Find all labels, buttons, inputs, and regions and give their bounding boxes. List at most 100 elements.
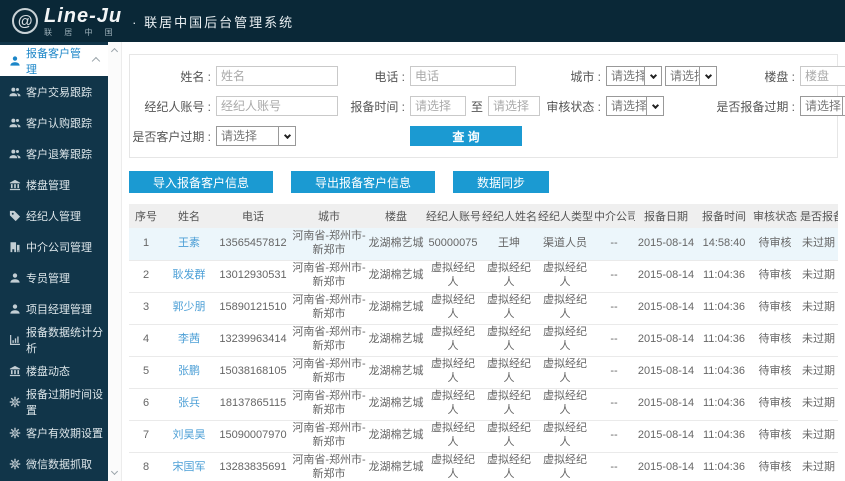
- cell-status: 待审核: [751, 324, 799, 357]
- customer-name-link[interactable]: 郭少朋: [173, 301, 206, 313]
- cell-phone: 13565457812: [215, 228, 291, 261]
- cell-date: 2015-08-14: [635, 420, 697, 453]
- scroll-down-icon[interactable]: [110, 467, 119, 476]
- agent-account-input[interactable]: [216, 96, 338, 116]
- customer-name-link[interactable]: 宋国军: [173, 461, 206, 473]
- cell-name: 张兵: [163, 388, 215, 421]
- cell-time: 11:04:36: [697, 356, 751, 389]
- chart-icon: [9, 334, 21, 346]
- sidebar-item-customer-subscribe-track[interactable]: 客户认购跟踪: [0, 107, 108, 138]
- column-header-estate: 楼盘: [367, 204, 425, 228]
- customer-name-link[interactable]: 王素: [178, 237, 200, 249]
- bank-icon: [9, 365, 21, 377]
- cell-expired: 未过期: [799, 452, 838, 481]
- customer-expired-select[interactable]: 请选择: [216, 126, 296, 146]
- cell-company: --: [593, 292, 635, 325]
- to-label: 至: [471, 99, 484, 114]
- phone-label: 电话 :: [374, 69, 405, 84]
- cell-time: 11:04:36: [697, 260, 751, 293]
- estate-input[interactable]: [800, 66, 845, 86]
- cell-agent_type: 虚拟经纪人: [537, 292, 593, 325]
- sidebar-item-customer-validity-setting[interactable]: 客户有效期设置: [0, 417, 108, 448]
- column-header-phone: 电话: [215, 204, 291, 228]
- sidebar-item-specialist-mgmt[interactable]: 专员管理: [0, 262, 108, 293]
- sidebar-item-customer-trade-track[interactable]: 客户交易跟踪: [0, 76, 108, 107]
- cell-agent_name: 王坤: [481, 228, 537, 261]
- report-expired-select[interactable]: 请选择: [800, 96, 845, 116]
- customer-name-link[interactable]: 张兵: [178, 397, 200, 409]
- cell-status: 待审核: [751, 260, 799, 293]
- cell-company: --: [593, 452, 635, 481]
- cell-seq: 3: [129, 292, 163, 325]
- column-header-time: 报备时间: [697, 204, 751, 228]
- cell-status: 待审核: [751, 420, 799, 453]
- customer-name-link[interactable]: 张鹏: [178, 365, 200, 377]
- sidebar-item-agency-mgmt[interactable]: 中介公司管理: [0, 231, 108, 262]
- scroll-up-icon[interactable]: [110, 47, 119, 56]
- sidebar-item-report-stats-analysis[interactable]: 报备数据统计分析: [0, 324, 108, 355]
- customer-name-link[interactable]: 刘昊昊: [173, 429, 206, 441]
- import-report-customers-button[interactable]: 导入报备客户信息: [129, 171, 274, 193]
- sidebar-item-label: 客户有效期设置: [26, 427, 103, 440]
- cell-estate: 龙湖棉艺城: [367, 388, 425, 421]
- column-header-agent_type: 经纪人类型: [537, 204, 593, 228]
- data-sync-button[interactable]: 数据同步: [453, 171, 550, 193]
- cell-date: 2015-08-14: [635, 324, 697, 357]
- cell-expired: 未过期: [799, 228, 838, 261]
- brand-logo: @ Line-Ju 联 居 中 国: [12, 6, 122, 37]
- city-city-select[interactable]: 请选择: [665, 66, 717, 86]
- cell-estate: 龙湖棉艺城: [367, 228, 425, 261]
- customer-name-link[interactable]: 耿发群: [173, 269, 206, 281]
- app-header: @ Line-Ju 联 居 中 国 · 联居中国后台管理系统: [0, 0, 845, 42]
- cell-expired: 未过期: [799, 260, 838, 293]
- cell-city: 河南省-郑州市-新郑市: [291, 228, 367, 261]
- table-row: 5 张鹏 15038168105 河南省-郑州市-新郑市 龙湖棉艺城 虚拟经纪人 虚拟经纪人…: [129, 356, 838, 389]
- cell-expired: 未过期: [799, 292, 838, 325]
- cell-company: --: [593, 228, 635, 261]
- table-row: 1 王素 13565457812 河南省-郑州市-新郑市 龙湖棉艺城 50000075 王坤…: [129, 228, 838, 261]
- report-expired-label: 是否报备过期 :: [716, 99, 795, 114]
- select-value: 请选择: [221, 129, 258, 143]
- phone-input[interactable]: [410, 66, 516, 86]
- customer-name-link[interactable]: 李茜: [178, 333, 200, 345]
- sidebar-item-estate-mgmt[interactable]: 楼盘管理: [0, 169, 108, 200]
- cell-phone: 13283835691: [215, 452, 291, 481]
- sidebar-item-label: 中介公司管理: [26, 241, 92, 254]
- sidebar-item-report-expire-time-setting[interactable]: 报备过期时间设置: [0, 386, 108, 417]
- cell-account: 虚拟经纪人: [425, 388, 481, 421]
- sidebar-item-label: 报备过期时间设置: [26, 388, 103, 417]
- user-icon: [9, 272, 21, 284]
- cell-agent_name: 虚拟经纪人: [481, 324, 537, 357]
- sidebar-item-project-manager-mgmt[interactable]: 项目经理管理: [0, 293, 108, 324]
- sidebar-scrollbar[interactable]: [108, 42, 122, 481]
- sidebar-item-label: 报备客户管理: [26, 47, 81, 76]
- cell-seq: 1: [129, 228, 163, 261]
- report-time-to-input[interactable]: [488, 96, 541, 116]
- sidebar-item-label: 专员管理: [26, 272, 70, 285]
- estate-label: 楼盘 :: [764, 69, 795, 84]
- sidebar-item-estate-news[interactable]: 楼盘动态: [0, 355, 108, 386]
- report-time-from-input[interactable]: [410, 96, 466, 116]
- audit-status-select[interactable]: 请选择: [606, 96, 664, 116]
- sidebar-item-customer-refund-track[interactable]: 客户退筹跟踪: [0, 138, 108, 169]
- sidebar-item-label: 微信数据抓取: [26, 458, 92, 471]
- export-report-customers-button[interactable]: 导出报备客户信息: [291, 171, 436, 193]
- sidebar-item-agent-mgmt[interactable]: 经纪人管理: [0, 200, 108, 231]
- sidebar-item-report-customer-mgmt[interactable]: 报备客户管理: [0, 45, 108, 76]
- sidebar-item-wechat-data-capture[interactable]: 微信数据抓取: [0, 448, 108, 479]
- sidebar-item-label: 客户退筹跟踪: [26, 148, 92, 161]
- cell-seq: 8: [129, 452, 163, 481]
- cell-name: 张鹏: [163, 356, 215, 389]
- cell-agent_name: 虚拟经纪人: [481, 260, 537, 293]
- sidebar-item-label: 项目经理管理: [26, 303, 92, 316]
- name-input[interactable]: [216, 66, 338, 86]
- cell-account: 虚拟经纪人: [425, 324, 481, 357]
- cell-account: 虚拟经纪人: [425, 292, 481, 325]
- cell-phone: 15890121510: [215, 292, 291, 325]
- search-button[interactable]: 查 询: [410, 126, 522, 146]
- select-value: 请选择: [611, 69, 644, 83]
- city-province-select[interactable]: 请选择: [606, 66, 662, 86]
- cell-agent_type: 虚拟经纪人: [537, 324, 593, 357]
- sidebar-item-label: 楼盘动态: [26, 365, 70, 378]
- cell-account: 虚拟经纪人: [425, 452, 481, 481]
